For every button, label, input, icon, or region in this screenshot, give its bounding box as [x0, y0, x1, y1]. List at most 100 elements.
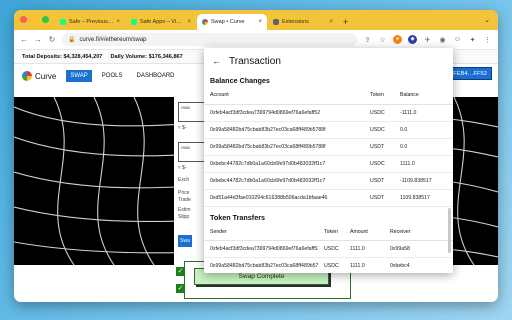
token-cell: USDT	[364, 138, 394, 156]
menu-dots-icon[interactable]: ⋮	[483, 36, 492, 44]
browser-window: Safe – Previously Gnosis Safe × Safe App…	[14, 10, 498, 302]
table-header-row: Account Token Balance	[204, 87, 453, 105]
col-amount: Amount	[344, 223, 384, 241]
token-cell: USDC	[318, 240, 344, 258]
token-cell: USDC	[364, 121, 394, 139]
table-row: 0xbebc44782c7db0a1a60cb6fe97d0b483032ff1…	[204, 155, 453, 173]
col-balance: Balance	[394, 87, 453, 105]
window-controls	[14, 16, 55, 30]
close-window-button[interactable]	[20, 16, 27, 23]
account-cell: 0xbebc44782c7db0a1a60cb6fe97d0b483032ff1…	[204, 172, 364, 190]
tab-extensions[interactable]: Extensions ×	[268, 14, 338, 30]
reload-button[interactable]: ↻	[48, 35, 56, 44]
table-row: 0xfeb4acf3df3cdea7399794d0869ef76a6efaff…	[204, 240, 453, 258]
close-tab-icon[interactable]: ×	[258, 19, 262, 25]
close-tab-icon[interactable]: ×	[116, 19, 120, 25]
curve-logo-icon	[22, 71, 32, 81]
from-amount-field[interactable]: Avai	[178, 102, 206, 122]
nav-dashboard[interactable]: DASHBOARD	[132, 70, 178, 82]
total-deposits: Total Deposits: $4,328,454,207	[22, 53, 103, 60]
new-tab-button[interactable]: +	[339, 17, 353, 30]
share-icon[interactable]: ⇪	[363, 36, 372, 44]
close-tab-icon[interactable]: ×	[329, 19, 333, 25]
token-cell: USDC	[364, 104, 394, 122]
avail-label: Avai	[181, 145, 190, 150]
tab-swap-curve[interactable]: Swap • Curve ×	[197, 14, 267, 30]
col-token: Token	[364, 87, 394, 105]
lock-icon: 🔒	[68, 37, 76, 43]
balance-cell: 0.0	[394, 138, 453, 156]
daily-volume: Daily Volume: $176,346,867	[110, 53, 183, 60]
account-cell: 0x99a58482bd75cbab83b27ec03ca68ff489b578…	[204, 121, 364, 139]
metamask-extension-icon[interactable]: ●	[393, 35, 402, 44]
browser-toolbar: ← → ↻ 🔒 curve.fi/#/ethereum/swap ⇪ ☆ ● ◆…	[14, 30, 498, 50]
back-button[interactable]: ←	[20, 35, 28, 44]
tab-safe[interactable]: Safe – Previously Gnosis Safe ×	[55, 14, 125, 30]
col-token: Token	[318, 223, 344, 241]
minimize-window-button[interactable]	[31, 16, 38, 23]
approve-done-check-icon: ✓	[176, 267, 185, 276]
token-cell: USDT	[364, 189, 394, 207]
balance-changes-heading: Balance Changes	[210, 76, 270, 85]
col-account: Account	[204, 87, 364, 105]
amount-cell: 1111.0	[344, 257, 384, 273]
swap-done-check-icon: ✓	[176, 284, 185, 293]
address-bar[interactable]: 🔒 curve.fi/#/ethereum/swap	[62, 33, 357, 46]
tab-title: Safe Apps – Viewer – Transact	[140, 19, 184, 25]
logo-text: Curve	[35, 71, 57, 81]
table-row: 0xfeb4acf3df3cdea7399794d0869ef76a6efaff…	[204, 104, 453, 122]
balance-cell: -1111.0	[394, 104, 453, 122]
safe-favicon-icon	[60, 19, 66, 25]
table-row: 0xbebc44782c7db0a1a60cb6fe97d0b483032ff1…	[204, 172, 453, 190]
account-cell: 0xd51a44d3fae010294c616388b506acda1bfaae…	[204, 189, 364, 207]
bookmark-star-icon[interactable]: ☆	[378, 36, 387, 44]
receiver-cell: 0xbebc4	[384, 257, 453, 273]
swap-button[interactable]: Swa	[178, 235, 192, 247]
maximize-window-button[interactable]	[42, 16, 49, 23]
tab-title: Safe – Previously Gnosis Safe	[69, 19, 113, 25]
tab-strip: Safe – Previously Gnosis Safe × Safe App…	[14, 10, 498, 30]
tab-title: Swap • Curve	[211, 19, 245, 25]
nav-pools[interactable]: POOLS	[98, 70, 127, 82]
account-cell: 0xfeb4acf3df3cdea7399794d0869ef76a6efaff…	[204, 104, 364, 122]
table-row: 0x99a58482bd75cbab83b27ec03ca68ff489b578…	[204, 121, 453, 139]
amount-cell: 1111.0	[344, 240, 384, 258]
col-receiver: Receiver	[384, 223, 453, 241]
transaction-panel: ← Transaction Balance Changes Account To…	[204, 48, 453, 273]
panel-scrollbar[interactable]	[448, 208, 451, 253]
col-sender: Sender	[204, 223, 318, 241]
sender-cell: 0x99a58482bd75cbab83b27ec03ca68ff489b578…	[204, 257, 318, 273]
token-transfers-heading: Token Transfers	[210, 212, 265, 222]
safe-favicon-icon	[131, 19, 137, 25]
telegram-icon[interactable]: ✈	[423, 36, 432, 44]
table-row: 0x99a58482bd75cbab83b27ec03ca68ff489b578…	[204, 138, 453, 156]
puzzle-icon	[273, 19, 279, 25]
curve-favicon-icon	[202, 19, 208, 25]
wallet-extension-icon[interactable]: ◆	[408, 35, 417, 44]
discord-icon[interactable]: ☺	[453, 36, 462, 43]
table-header-row: Sender Token Amount Receiver	[204, 223, 453, 241]
close-tab-icon[interactable]: ×	[187, 19, 191, 25]
tab-search-chevron-icon[interactable]: ⌄	[484, 16, 490, 24]
table-row: 0xd51a44d3fae010294c616388b506acda1bfaae…	[204, 189, 453, 207]
account-cell: 0x99a58482bd75cbab83b27ec03ca68ff489b578…	[204, 138, 364, 156]
table-row: 0x99a58482bd75cbab83b27ec03ca68ff489b578…	[204, 257, 453, 273]
panel-back-arrow-icon[interactable]: ←	[212, 56, 221, 66]
panel-header: ← Transaction	[204, 48, 453, 74]
balance-changes-table: Account Token Balance 0xfeb4acf3df3cdea7…	[204, 87, 453, 207]
receiver-cell: 0x99a58	[384, 240, 453, 258]
github-icon[interactable]: ◉	[438, 36, 447, 44]
tab-safe-apps[interactable]: Safe Apps – Viewer – Transact ×	[126, 14, 196, 30]
nav-swap[interactable]: SWAP	[66, 70, 92, 82]
puzzle-extensions-icon[interactable]: ✦	[468, 36, 477, 44]
sender-cell: 0xfeb4acf3df3cdea7399794d0869ef76a6efaff…	[204, 240, 318, 258]
token-transfers-table: Sender Token Amount Receiver 0xfeb4acf3d…	[204, 223, 453, 273]
curve-logo[interactable]: Curve	[22, 71, 56, 81]
token-cell: USDC	[318, 257, 344, 273]
avail-label: Avai	[181, 105, 190, 110]
token-cell: USDC	[364, 155, 394, 173]
forward-button[interactable]: →	[34, 35, 42, 44]
to-amount-field[interactable]: Avai	[178, 142, 206, 162]
balance-cell: 0.0	[394, 121, 453, 139]
balance-cell: 1111.0	[394, 155, 453, 173]
